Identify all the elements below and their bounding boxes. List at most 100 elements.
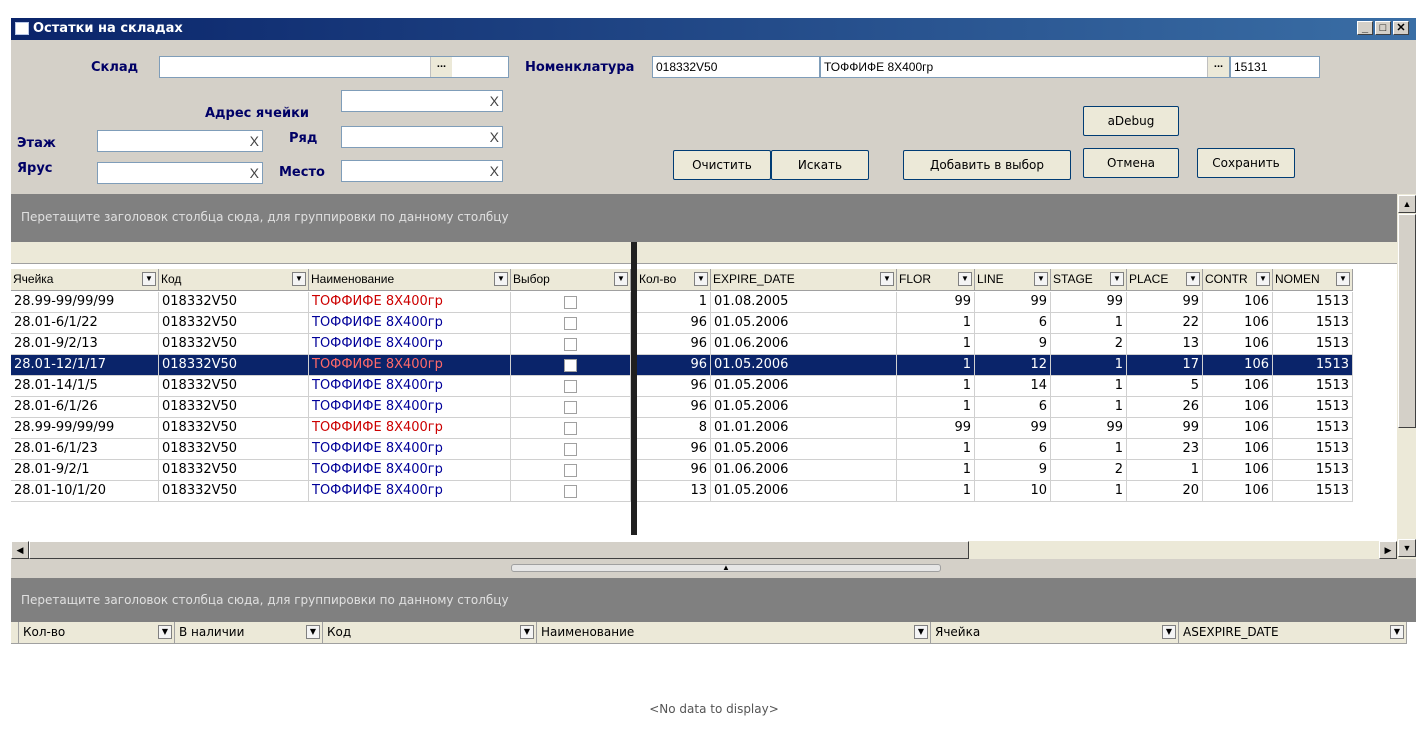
cell-qty[interactable]: 8: [637, 418, 711, 439]
ryad-field[interactable]: X: [341, 126, 503, 148]
sklad-field[interactable]: ...: [159, 56, 509, 78]
cell-place[interactable]: 20: [1127, 481, 1203, 502]
cell-contr[interactable]: 106: [1203, 418, 1273, 439]
chevron-down-icon[interactable]: ▼: [694, 272, 708, 286]
cell-place[interactable]: 26: [1127, 397, 1203, 418]
cell-contr[interactable]: 106: [1203, 334, 1273, 355]
nom-code-field[interactable]: 018332V50: [652, 56, 820, 78]
cell-select[interactable]: [511, 334, 631, 355]
select-checkbox[interactable]: [564, 464, 577, 477]
scroll-thumb[interactable]: [1398, 214, 1416, 428]
cell-stage[interactable]: 1: [1051, 376, 1127, 397]
cell-line[interactable]: 6: [975, 313, 1051, 334]
chevron-down-icon[interactable]: ▼: [1034, 272, 1048, 286]
cell-flor[interactable]: 1: [897, 460, 975, 481]
cell-flor[interactable]: 1: [897, 439, 975, 460]
cell-name[interactable]: ТОФФИФЕ 8Х400гр: [309, 355, 511, 376]
cell-select[interactable]: [511, 313, 631, 334]
group-by-panel[interactable]: Перетащите заголовок столбца сюда, для г…: [11, 194, 1416, 242]
chevron-down-icon[interactable]: ▼: [614, 272, 628, 286]
cell-line[interactable]: 99: [975, 292, 1051, 313]
select-checkbox[interactable]: [564, 338, 577, 351]
column-header[interactable]: PLACE ▼: [1127, 269, 1203, 291]
cell-qty[interactable]: 96: [637, 397, 711, 418]
cell-line[interactable]: 12: [975, 355, 1051, 376]
cell-nomen[interactable]: 1513: [1273, 418, 1353, 439]
cell-stage[interactable]: 1: [1051, 313, 1127, 334]
select-checkbox[interactable]: [564, 401, 577, 414]
cell-contr[interactable]: 106: [1203, 313, 1273, 334]
cell-qty[interactable]: 96: [637, 460, 711, 481]
cell-expire[interactable]: 01.05.2006: [711, 439, 897, 460]
column-header[interactable]: Наименование ▼: [537, 622, 931, 644]
cell-qty[interactable]: 1: [637, 292, 711, 313]
cell-cell[interactable]: 28.01-9/2/13: [11, 334, 159, 355]
cell-name[interactable]: ТОФФИФЕ 8Х400гр: [309, 481, 511, 502]
cell-expire[interactable]: 01.06.2006: [711, 334, 897, 355]
cell-place[interactable]: 5: [1127, 376, 1203, 397]
column-header[interactable]: EXPIRE_DATE ▼: [711, 269, 897, 291]
cell-name[interactable]: ТОФФИФЕ 8Х400гр: [309, 460, 511, 481]
close-button[interactable]: ✕: [1393, 21, 1409, 35]
cell-name[interactable]: ТОФФИФЕ 8Х400гр: [309, 334, 511, 355]
clear-icon[interactable]: X: [490, 127, 499, 147]
cell-nomen[interactable]: 1513: [1273, 460, 1353, 481]
table-row[interactable]: 28.01-12/1/17 018332V50 ТОФФИФЕ 8Х400гр 96 0…: [11, 355, 1397, 376]
column-header[interactable]: Код ▼: [323, 622, 537, 644]
chevron-down-icon[interactable]: ▼: [1162, 625, 1176, 639]
select-checkbox[interactable]: [564, 485, 577, 498]
frozen-column-separator[interactable]: [631, 242, 637, 535]
cell-qty[interactable]: 96: [637, 313, 711, 334]
chevron-down-icon[interactable]: ▼: [1186, 272, 1200, 286]
yarus-field[interactable]: X: [97, 162, 263, 184]
cell-qty[interactable]: 96: [637, 355, 711, 376]
clear-icon[interactable]: X: [490, 161, 499, 181]
cell-qty[interactable]: 96: [637, 376, 711, 397]
table-row[interactable]: 28.01-6/1/26 018332V50 ТОФФИФЕ 8Х400гр 96 01…: [11, 397, 1397, 418]
chevron-down-icon[interactable]: ▼: [914, 625, 928, 639]
cell-contr[interactable]: 106: [1203, 460, 1273, 481]
chevron-down-icon[interactable]: ▼: [520, 625, 534, 639]
column-header[interactable]: Кол-во ▼: [19, 622, 175, 644]
table-row[interactable]: 28.01-6/1/22 018332V50 ТОФФИФЕ 8Х400гр 96 01…: [11, 313, 1397, 334]
maximize-button[interactable]: □: [1375, 21, 1391, 35]
cell-code[interactable]: 018332V50: [159, 292, 309, 313]
group-by-panel-2[interactable]: Перетащите заголовок столбца сюда, для г…: [11, 578, 1416, 622]
cell-name[interactable]: ТОФФИФЕ 8Х400гр: [309, 439, 511, 460]
vertical-scrollbar[interactable]: ▲ ▼: [1397, 194, 1416, 559]
debug-button[interactable]: aDebug: [1083, 106, 1179, 136]
column-header[interactable]: LINE ▼: [975, 269, 1051, 291]
cell-flor[interactable]: 1: [897, 334, 975, 355]
cell-flor[interactable]: 1: [897, 397, 975, 418]
cell-cell[interactable]: 28.01-14/1/5: [11, 376, 159, 397]
column-header[interactable]: CONTR ▼: [1203, 269, 1273, 291]
horizontal-scrollbar[interactable]: ◀ ▶: [11, 541, 1397, 559]
cell-expire[interactable]: 01.05.2006: [711, 355, 897, 376]
table-row[interactable]: 28.01-9/2/13 018332V50 ТОФФИФЕ 8Х400гр 96 01…: [11, 334, 1397, 355]
cell-name[interactable]: ТОФФИФЕ 8Х400гр: [309, 313, 511, 334]
table-row[interactable]: 28.01-9/2/1 018332V50 ТОФФИФЕ 8Х400гр 96 01.…: [11, 460, 1397, 481]
cell-select[interactable]: [511, 397, 631, 418]
cell-expire[interactable]: 01.08.2005: [711, 292, 897, 313]
cell-flor[interactable]: 1: [897, 355, 975, 376]
cell-line[interactable]: 99: [975, 418, 1051, 439]
select-checkbox[interactable]: [564, 380, 577, 393]
chevron-down-icon[interactable]: ▼: [494, 272, 508, 286]
chevron-down-icon[interactable]: ▼: [1256, 272, 1270, 286]
cell-line[interactable]: 9: [975, 460, 1051, 481]
column-header[interactable]: Выбор ▼: [511, 269, 631, 291]
cell-stage[interactable]: 1: [1051, 355, 1127, 376]
cell-select[interactable]: [511, 418, 631, 439]
cell-place[interactable]: 1: [1127, 460, 1203, 481]
column-header[interactable]: FLOR ▼: [897, 269, 975, 291]
cell-cell[interactable]: 28.01-10/1/20: [11, 481, 159, 502]
column-header[interactable]: В наличии ▼: [175, 622, 323, 644]
scroll-up-icon[interactable]: ▲: [1398, 195, 1416, 213]
cell-place[interactable]: 23: [1127, 439, 1203, 460]
cell-line[interactable]: 9: [975, 334, 1051, 355]
cell-expire[interactable]: 01.05.2006: [711, 376, 897, 397]
mesto-field[interactable]: X: [341, 160, 503, 182]
cell-place[interactable]: 99: [1127, 418, 1203, 439]
cell-place[interactable]: 22: [1127, 313, 1203, 334]
cell-code[interactable]: 018332V50: [159, 334, 309, 355]
